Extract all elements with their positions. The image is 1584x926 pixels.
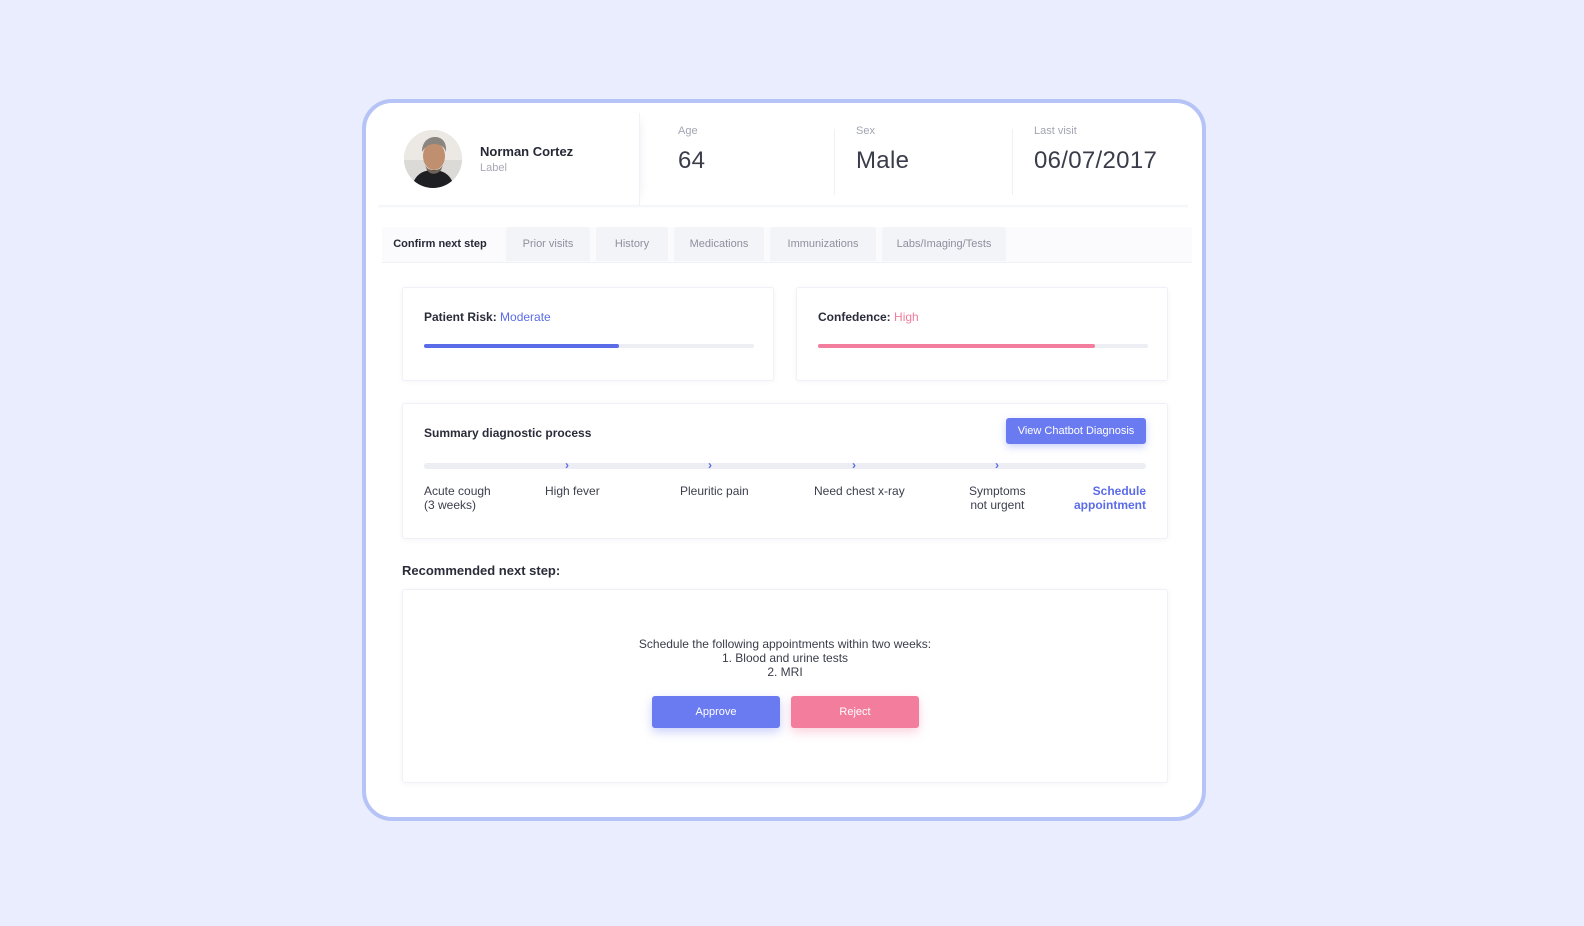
patient-profile: Norman Cortez Label xyxy=(378,113,640,205)
tab-labs-imaging-tests[interactable]: Labs/Imaging/Tests xyxy=(882,227,1006,261)
tab-prior-visits[interactable]: Prior visits xyxy=(506,227,590,261)
diagnostic-step: Acute cough (3 weeks) xyxy=(424,484,491,512)
diagnostic-step: High fever xyxy=(545,484,600,498)
patient-risk-bar xyxy=(424,344,754,348)
confidence-bar-fill xyxy=(818,344,1096,348)
step-line: appointment xyxy=(1074,498,1146,512)
stat-divider xyxy=(834,129,835,195)
recommendation-line: 2. MRI xyxy=(767,665,803,679)
patient-risk-bar-fill xyxy=(424,344,619,348)
step-line: Acute cough xyxy=(424,484,491,498)
approve-button[interactable]: Approve xyxy=(652,696,780,728)
confidence-title: Confedence: High xyxy=(818,310,919,324)
tab-medications[interactable]: Medications xyxy=(674,227,764,261)
step-line: (3 weeks) xyxy=(424,498,477,512)
schedule-appointment-link[interactable]: Schedule appointment xyxy=(1074,484,1146,512)
confidence-label: Confedence: xyxy=(818,310,891,324)
stat-divider xyxy=(1012,129,1013,195)
avatar-image xyxy=(404,130,462,188)
age-value: 64 xyxy=(678,147,706,174)
patient-panel: Norman Cortez Label Age 64 Sex Male Last… xyxy=(362,99,1206,821)
patient-risk-card: Patient Risk: Moderate xyxy=(402,287,774,381)
age-stat: Age 64 xyxy=(678,125,705,195)
last-visit-label: Last visit xyxy=(1034,125,1077,137)
step-line: Need chest x-ray xyxy=(814,484,905,498)
last-visit-stat: Last visit 06/07/2017 xyxy=(1034,125,1157,195)
age-label: Age xyxy=(678,125,698,137)
sex-value: Male xyxy=(856,147,910,174)
step-line: High fever xyxy=(545,484,600,498)
sex-stat: Sex Male xyxy=(856,125,909,195)
view-chatbot-diagnosis-button[interactable]: View Chatbot Diagnosis xyxy=(1006,418,1146,444)
recommendation-card: Schedule the following appointments with… xyxy=(402,589,1168,783)
chevron-right-icon: › xyxy=(565,458,569,472)
step-line: Schedule xyxy=(1092,484,1146,498)
step-line: not urgent xyxy=(970,498,1025,512)
patient-risk-title: Patient Risk: Moderate xyxy=(424,310,551,324)
tab-immunizations[interactable]: Immunizations xyxy=(770,227,876,261)
diagnostic-step: Symptoms not urgent xyxy=(969,484,1026,512)
avatar xyxy=(404,130,462,188)
recommended-next-step-heading: Recommended next step: xyxy=(402,563,561,578)
summary-card: Summary diagnostic process View Chatbot … xyxy=(402,403,1168,539)
diagnostic-track xyxy=(424,463,1146,469)
diagnostic-step: Pleuritic pain xyxy=(680,484,749,498)
patient-header: Norman Cortez Label Age 64 Sex Male Last… xyxy=(366,103,1202,209)
confidence-card: Confedence: High xyxy=(796,287,1168,381)
patient-risk-value: Moderate xyxy=(500,310,551,324)
tab-confirm-next-step[interactable]: Confirm next step xyxy=(382,227,498,261)
step-line: Symptoms xyxy=(969,484,1026,498)
chevron-right-icon: › xyxy=(852,458,856,472)
recommendation-line: Schedule the following appointments with… xyxy=(638,637,932,651)
tab-history[interactable]: History xyxy=(596,227,668,261)
patient-name: Norman Cortez xyxy=(480,144,574,159)
sex-label: Sex xyxy=(856,125,875,137)
confidence-bar xyxy=(818,344,1148,348)
patient-label: Label xyxy=(480,162,507,174)
confidence-value: High xyxy=(894,310,919,324)
chevron-right-icon: › xyxy=(708,458,712,472)
reject-button[interactable]: Reject xyxy=(791,696,919,728)
recommendation-line: 1. Blood and urine tests xyxy=(721,651,849,665)
diagnostic-step: Need chest x-ray xyxy=(814,484,905,498)
recommendation-text: Schedule the following appointments with… xyxy=(403,637,1167,679)
header-shadow xyxy=(378,205,1188,209)
tab-bar: Confirm next step Prior visits History M… xyxy=(382,227,1192,263)
summary-title: Summary diagnostic process xyxy=(424,426,592,440)
patient-risk-label: Patient Risk: xyxy=(424,310,497,324)
last-visit-value: 06/07/2017 xyxy=(1034,147,1158,174)
step-line: Pleuritic pain xyxy=(680,484,749,498)
chevron-right-icon: › xyxy=(995,458,999,472)
